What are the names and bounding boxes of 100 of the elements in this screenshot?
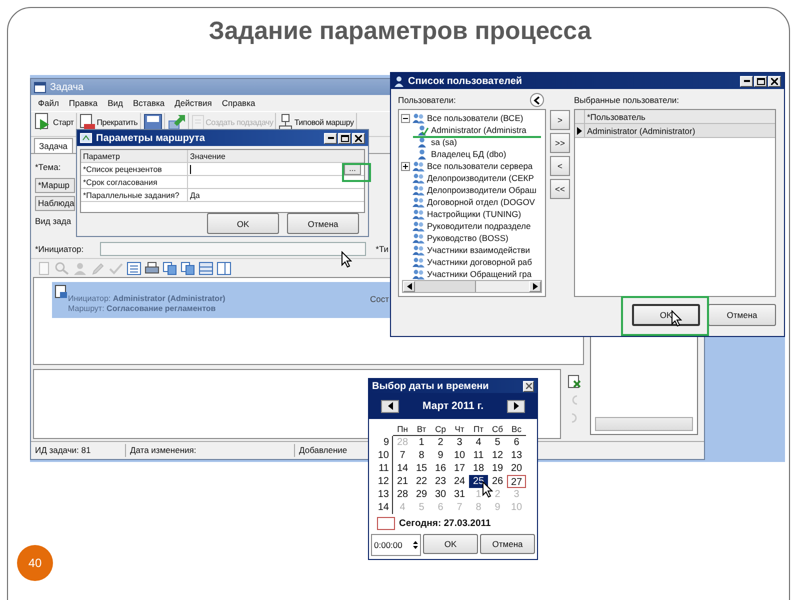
calendar-day[interactable]: 9 xyxy=(431,449,450,462)
tree-item[interactable]: Участники Обращений гра xyxy=(427,269,532,279)
menu-item[interactable]: Правка xyxy=(64,98,103,108)
move-button[interactable]: < xyxy=(550,156,570,176)
move-button[interactable]: > xyxy=(550,110,570,130)
dialog-button[interactable]: OK xyxy=(632,304,700,326)
calendar-day[interactable]: 23 xyxy=(431,475,450,488)
close-button[interactable] xyxy=(352,132,365,144)
calendar-day[interactable]: 18 xyxy=(469,462,488,475)
up-arrow-icon[interactable] xyxy=(413,541,418,544)
menu-item[interactable]: Файл xyxy=(33,98,64,108)
calendar-day[interactable]: 12 xyxy=(488,449,507,462)
dialog-button[interactable]: OK xyxy=(423,534,478,554)
next-month-button[interactable] xyxy=(507,400,525,412)
calendar-day[interactable]: 21 xyxy=(393,475,412,488)
dialog-button[interactable]: Отмена xyxy=(287,213,359,234)
calendar-day[interactable]: 4 xyxy=(469,436,488,449)
minimize-button[interactable] xyxy=(324,132,337,144)
calendar-day[interactable]: 24 xyxy=(450,475,469,488)
calendar-day[interactable]: 13 xyxy=(507,449,526,462)
right-arrow-icon[interactable] xyxy=(532,283,538,290)
maximize-button[interactable] xyxy=(754,76,767,86)
dialog-button[interactable]: Отмена xyxy=(480,534,535,554)
calendar-day[interactable]: 27 xyxy=(507,475,526,488)
calendar-day[interactable]: 6 xyxy=(507,436,526,449)
toolbar-button[interactable] xyxy=(142,113,165,131)
calendar-day[interactable]: 7 xyxy=(393,449,412,462)
calendar-day[interactable]: 19 xyxy=(488,462,507,475)
calendar-day[interactable]: 2 xyxy=(431,436,450,449)
close-button[interactable] xyxy=(768,76,781,86)
calendar-day[interactable]: 28 xyxy=(393,488,412,501)
calendar-day[interactable]: 29 xyxy=(412,488,431,501)
tree-item[interactable]: sa (sa) xyxy=(431,137,457,147)
copy-icon[interactable] xyxy=(163,262,177,274)
calendar-day[interactable]: 15 xyxy=(412,462,431,475)
spreadsheet-icon[interactable] xyxy=(568,375,580,388)
tree-item[interactable]: Делопроизводители Обраш xyxy=(427,185,536,195)
form-button[interactable]: *Маршр xyxy=(35,178,75,192)
tree-item[interactable]: Administrator (Administra xyxy=(431,125,526,135)
calendar-day[interactable]: 3 xyxy=(450,436,469,449)
tree-item[interactable]: Делопроизводители (СЕКР xyxy=(427,173,534,183)
window-icon xyxy=(80,133,92,143)
today-link[interactable]: Сегодня: 27.03.2011 xyxy=(399,518,491,529)
tree-item[interactable]: Руководители подразделе xyxy=(427,221,531,231)
move-button[interactable]: << xyxy=(550,179,570,199)
user-group-icon xyxy=(412,196,425,208)
time-field[interactable]: 0:00:00 xyxy=(371,534,421,556)
input-field[interactable] xyxy=(100,242,366,256)
horizontal-scrollbar[interactable] xyxy=(402,280,542,293)
calendar-day[interactable]: 20 xyxy=(507,462,526,475)
move-button[interactable]: >> xyxy=(550,133,570,153)
calendar-day[interactable]: 17 xyxy=(450,462,469,475)
toolbar-button[interactable]: Старт xyxy=(33,113,77,131)
calendar-day[interactable]: 5 xyxy=(488,436,507,449)
collapse-button[interactable] xyxy=(530,93,544,107)
calendar-day[interactable]: 8 xyxy=(412,449,431,462)
minimize-button[interactable] xyxy=(740,76,753,86)
menu-item[interactable]: Вид xyxy=(102,98,128,108)
column-header[interactable]: Параметр xyxy=(81,150,188,162)
horizontal-scrollbar[interactable] xyxy=(595,417,693,431)
tree-item[interactable]: Участники взаимодействи xyxy=(427,245,530,255)
checkmark-icon[interactable] xyxy=(109,262,123,274)
tree-item[interactable]: Руководство (BOSS) xyxy=(427,233,508,243)
list-icon[interactable] xyxy=(127,262,141,274)
calendar-day[interactable]: 31 xyxy=(450,488,469,501)
month-title: Март 2011 г. xyxy=(422,400,484,412)
printer-icon[interactable] xyxy=(145,262,159,274)
tree-item[interactable]: Все пользователи сервера xyxy=(427,161,533,171)
window-icon xyxy=(34,82,46,92)
expand-icon[interactable] xyxy=(401,162,410,170)
layout-icon[interactable] xyxy=(199,262,213,274)
tree-item[interactable]: Договорной отдел (DOGOV xyxy=(427,197,535,207)
dialog-button[interactable]: OK xyxy=(207,213,279,234)
input-field[interactable]: ... xyxy=(188,163,364,175)
menu-item[interactable]: Действия xyxy=(170,98,217,108)
form-button[interactable]: Наблюда xyxy=(35,196,75,210)
copy-icon[interactable] xyxy=(181,262,195,274)
previous-month-button[interactable] xyxy=(381,400,399,412)
calendar-day[interactable]: 1 xyxy=(412,436,431,449)
panel-icon[interactable] xyxy=(217,262,231,274)
tree-item[interactable]: Участники договорной раб xyxy=(427,257,532,267)
close-button[interactable] xyxy=(523,380,534,392)
menu-item[interactable]: Вставка xyxy=(128,98,170,108)
calendar-day[interactable]: 30 xyxy=(431,488,450,501)
calendar-day[interactable]: 16 xyxy=(431,462,450,475)
calendar-day[interactable]: 10 xyxy=(450,449,469,462)
menu-item[interactable]: Справка xyxy=(216,98,260,108)
left-arrow-icon[interactable] xyxy=(406,283,412,290)
tab[interactable]: Задача xyxy=(34,138,73,153)
down-arrow-icon[interactable] xyxy=(413,546,418,549)
maximize-button[interactable] xyxy=(338,132,351,144)
tree-item[interactable]: Владелец БД (dbo) xyxy=(431,149,506,159)
calendar-day[interactable]: 11 xyxy=(469,449,488,462)
tree-item[interactable]: Все пользователи (ВСЕ) xyxy=(427,113,524,123)
collapse-icon[interactable] xyxy=(401,114,410,122)
calendar-day[interactable]: 14 xyxy=(393,462,412,475)
column-header[interactable]: Значение xyxy=(188,150,364,162)
tree-item[interactable]: Настройщики (TUNING) xyxy=(427,209,522,219)
dialog-button[interactable]: Отмена xyxy=(708,304,776,326)
calendar-day[interactable]: 22 xyxy=(412,475,431,488)
